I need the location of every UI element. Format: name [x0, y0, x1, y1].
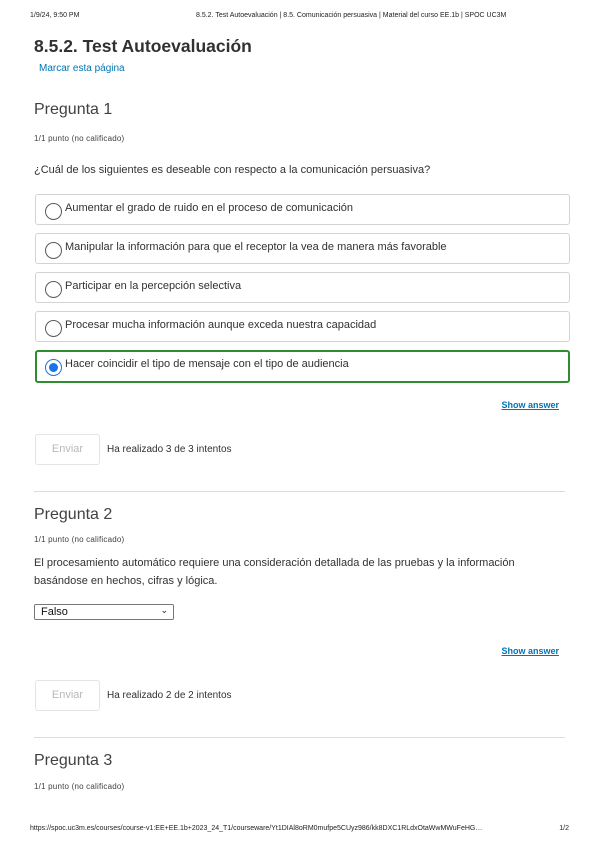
radio-button[interactable]	[45, 242, 62, 259]
print-header: 1/9/24, 9:50 PM 8.5.2. Test Autoevaluaci…	[30, 12, 569, 24]
answer-option[interactable]: Aumentar el grado de ruido en el proceso…	[35, 194, 570, 225]
question-1-title: Pregunta 1	[34, 101, 113, 118]
question-1-points: 1/1 punto (no calificado)	[34, 134, 125, 143]
question-2-title: Pregunta 2	[34, 506, 113, 523]
answer-option-selected[interactable]: Hacer coincidir el tipo de mensaje con e…	[35, 350, 570, 383]
print-url: https://spoc.uc3m.es/courses/course-v1:E…	[30, 825, 483, 832]
divider	[34, 737, 565, 738]
show-answer-button[interactable]: Show answer	[501, 646, 559, 656]
answer-option-label: Manipular la información para que el rec…	[65, 241, 447, 253]
submit-button[interactable]: Enviar	[35, 434, 100, 465]
print-date: 1/9/24, 9:50 PM	[30, 12, 80, 19]
answer-option[interactable]: Participar en la percepción selectiva	[35, 272, 570, 303]
question-2-text: El procesamiento automático requiere una…	[34, 557, 515, 587]
radio-button[interactable]	[45, 320, 62, 337]
submit-button[interactable]: Enviar	[35, 680, 100, 711]
print-page-number: 1/2	[559, 825, 569, 832]
answer-option[interactable]: Procesar mucha información aunque exceda…	[35, 311, 570, 342]
question-3-title: Pregunta 3	[34, 752, 113, 769]
answer-option-label: Participar en la percepción selectiva	[65, 280, 242, 292]
radio-button[interactable]	[45, 203, 62, 220]
answer-select-value: Falso	[41, 606, 68, 618]
chevron-down-icon: ⌄	[160, 605, 168, 615]
answer-select[interactable]: Falso ⌄	[34, 604, 174, 620]
print-title: 8.5.2. Test Autoevaluación | 8.5. Comuni…	[196, 12, 507, 19]
radio-button-selected[interactable]	[45, 359, 62, 376]
question-1-text: ¿Cuál de los siguientes es deseable con …	[34, 164, 431, 176]
divider	[34, 491, 565, 492]
answer-option-label: Aumentar el grado de ruido en el proceso…	[65, 202, 354, 214]
question-2-points: 1/1 punto (no calificado)	[34, 535, 125, 544]
bookmark-link[interactable]: Marcar esta página	[39, 63, 125, 74]
attempts-text: Ha realizado 2 de 2 intentos	[107, 690, 232, 701]
attempts-text: Ha realizado 3 de 3 intentos	[107, 444, 232, 455]
answer-option[interactable]: Manipular la información para que el rec…	[35, 233, 570, 264]
show-answer-button[interactable]: Show answer	[501, 400, 559, 410]
question-3-points: 1/1 punto (no calificado)	[34, 782, 125, 791]
page-title: 8.5.2. Test Autoevaluación	[34, 36, 252, 56]
radio-button[interactable]	[45, 281, 62, 298]
answer-option-label: Hacer coincidir el tipo de mensaje con e…	[65, 358, 349, 370]
answer-option-label: Procesar mucha información aunque exceda…	[65, 319, 377, 331]
